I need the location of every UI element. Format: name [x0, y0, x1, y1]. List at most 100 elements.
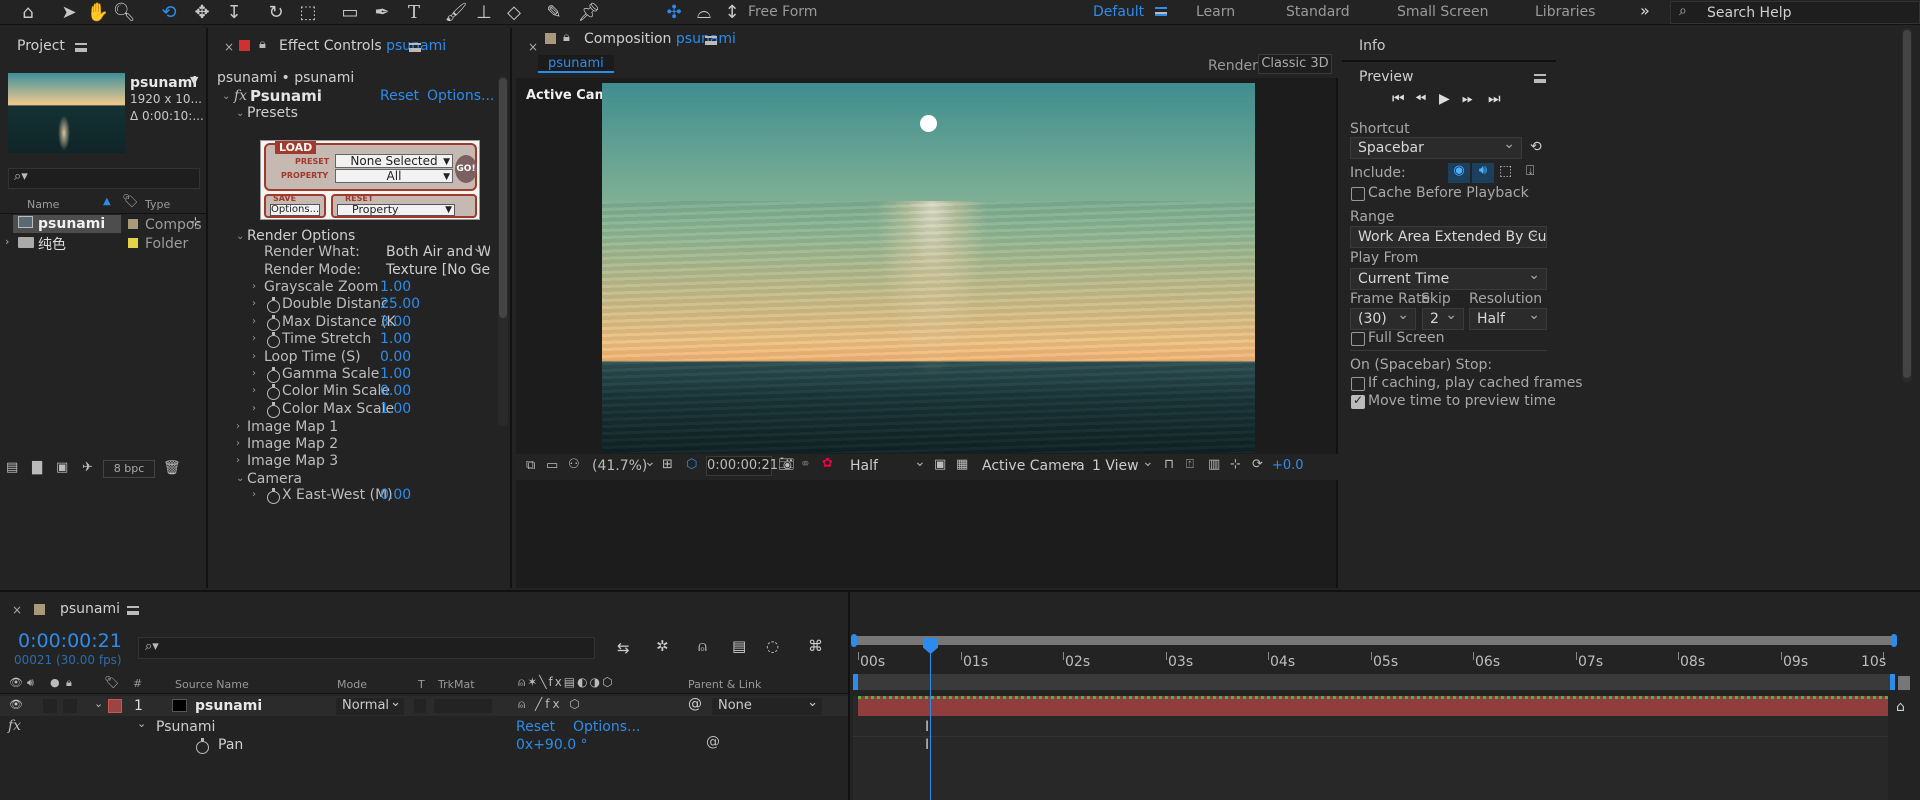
- playhead[interactable]: [923, 638, 938, 800]
- source-name-header[interactable]: Source Name: [175, 678, 249, 691]
- external-preview-icon[interactable]: ⍗: [1526, 163, 1534, 179]
- region-of-interest-icon[interactable]: ▣: [934, 457, 946, 472]
- blend-mode-select[interactable]: Normal ⌄: [336, 695, 404, 715]
- effect-param-row[interactable]: › Grayscale Zoom 1.00: [212, 279, 492, 296]
- project-menu-icon[interactable]: [75, 43, 87, 52]
- effect-param-row[interactable]: › Gamma Scale 1.00: [212, 366, 492, 383]
- work-area-bar[interactable]: [851, 634, 1897, 647]
- shy-layers-icon[interactable]: ⍝: [698, 637, 707, 655]
- visibility-eye-icon[interactable]: 👁︎: [9, 698, 23, 711]
- close-icon[interactable]: ×: [528, 40, 538, 54]
- show-snapshot-icon[interactable]: ⚭: [800, 457, 811, 472]
- effect-controls-title[interactable]: Effect Controls psunami: [279, 38, 446, 54]
- lock-icon[interactable]: 🔒︎: [563, 30, 570, 45]
- stopwatch-icon[interactable]: [267, 297, 280, 313]
- graph-editor-icon[interactable]: ⌘: [808, 637, 823, 655]
- hand-tool-icon[interactable]: ✋: [84, 0, 112, 25]
- layer-name[interactable]: psunami: [195, 698, 262, 714]
- parent-select[interactable]: None ⌄: [712, 695, 822, 715]
- monitor-icon[interactable]: ▭: [546, 458, 558, 473]
- dolly-camera-icon[interactable]: ↧: [220, 0, 248, 25]
- layer-label-swatch[interactable]: [108, 699, 122, 713]
- effect-param-row[interactable]: › Double Distanc 25.00: [212, 296, 492, 313]
- workspace-small-screen[interactable]: Small Screen: [1397, 4, 1488, 20]
- comp-end-marker[interactable]: [1898, 676, 1910, 690]
- layer-row[interactable]: 👁︎ ⌄ 1 psunami Normal ⌄ ⍝ ╱fx ⬡ @ None ⌄: [0, 695, 850, 716]
- full-screen-checkbox[interactable]: [1351, 332, 1365, 346]
- preset-options-button[interactable]: Options...: [270, 204, 320, 216]
- lock-icon[interactable]: 🔒︎: [66, 676, 72, 690]
- previous-frame-icon[interactable]: ⏪︎: [1415, 91, 1426, 107]
- selection-tool-icon[interactable]: ➤: [55, 0, 83, 25]
- camera-param-value[interactable]: 0.00: [380, 487, 411, 503]
- project-title[interactable]: Project: [17, 38, 65, 54]
- workspace-learn[interactable]: Learn: [1196, 4, 1235, 20]
- right-scrollbar[interactable]: [1902, 28, 1912, 383]
- timeline-menu-icon[interactable]: [127, 606, 139, 615]
- parent-link-header[interactable]: Parent & Link: [688, 678, 761, 691]
- effect-param-row[interactable]: › Time Stretch 1.00: [212, 331, 492, 348]
- timeline-timecode[interactable]: 0:00:00:21: [18, 630, 122, 652]
- workspace-menu-icon[interactable]: [1155, 7, 1167, 16]
- timeline-search-input[interactable]: ⌕▾: [138, 637, 595, 659]
- column-type[interactable]: Type: [145, 198, 170, 211]
- renderer-button[interactable]: Classic 3D: [1258, 54, 1332, 74]
- new-folder-icon[interactable]: ▇: [32, 460, 42, 475]
- world-axis-icon[interactable]: ⌓: [690, 0, 718, 25]
- rectangle-tool-icon[interactable]: ▭: [336, 0, 364, 25]
- mask-visibility-icon[interactable]: ⚇: [568, 457, 580, 472]
- play-icon[interactable]: ▶: [1439, 91, 1450, 107]
- stopwatch-icon[interactable]: [267, 488, 280, 504]
- preview-menu-icon[interactable]: [1534, 74, 1546, 83]
- dependencies-icon[interactable]: ✈: [82, 460, 93, 475]
- reset-property-select[interactable]: Property ▼: [337, 204, 455, 216]
- expand-chevron-icon[interactable]: ›: [252, 333, 256, 344]
- frame-blending-icon[interactable]: ▤: [732, 637, 746, 655]
- pick-whip-icon[interactable]: @: [688, 696, 702, 712]
- expand-chevron-icon[interactable]: ⌄: [94, 697, 103, 710]
- local-axis-icon[interactable]: ✣: [660, 0, 688, 25]
- property-select[interactable]: All ▼: [335, 169, 453, 183]
- first-frame-icon[interactable]: ⏮: [1392, 91, 1405, 107]
- type-tool-icon[interactable]: T: [400, 0, 428, 25]
- video-icon[interactable]: 👁︎: [9, 676, 23, 689]
- sort-arrow-icon[interactable]: ▲: [103, 196, 111, 207]
- comp-end-icon[interactable]: ⌂: [1896, 699, 1905, 715]
- audio-icon[interactable]: 🔊︎: [27, 676, 34, 690]
- effect-options-button[interactable]: Options...: [427, 88, 494, 104]
- expand-chevron-icon[interactable]: ›: [252, 298, 256, 309]
- transparency-grid-icon[interactable]: ▦: [956, 457, 968, 472]
- comp-viewer[interactable]: [602, 83, 1255, 453]
- stopwatch-icon[interactable]: [267, 384, 280, 400]
- collapse-chevron-icon[interactable]: ⌄: [236, 108, 244, 119]
- effect-param-row[interactable]: › Color Max Scale 1.00: [212, 401, 492, 418]
- work-area-range[interactable]: [853, 674, 1895, 690]
- project-row-comp[interactable]: psunami Compos ⊹: [0, 215, 206, 233]
- flowchart-icon[interactable]: ⊹: [1230, 457, 1241, 472]
- chevron-down-icon[interactable]: ⌄: [1070, 454, 1082, 470]
- reset-shortcut-icon[interactable]: ⟲: [1530, 139, 1542, 155]
- current-time-display[interactable]: 0:00:00:21: [706, 456, 778, 476]
- effect-param-row[interactable]: › Loop Time (S) 0.00: [212, 349, 492, 366]
- include-overlays-icon[interactable]: ⬚: [1499, 163, 1512, 179]
- project-item-dropdown-icon[interactable]: ▼: [190, 74, 198, 87]
- label-swatch[interactable]: [128, 219, 138, 229]
- collapse-chevron-icon[interactable]: ⌄: [137, 717, 146, 730]
- lock-red-icon[interactable]: [239, 40, 250, 51]
- range-select[interactable]: Work Area Extended By Current...: [1350, 226, 1547, 248]
- move-time-checkbox[interactable]: [1351, 393, 1365, 409]
- fit-icon[interactable]: ⊞: [662, 457, 673, 472]
- clone-stamp-icon[interactable]: ⊥: [470, 0, 498, 25]
- timeline-reset-button[interactable]: Reset: [516, 719, 555, 735]
- workspace-default[interactable]: Default: [1093, 4, 1144, 20]
- param-value[interactable]: 1.00: [380, 331, 411, 347]
- pan-camera-icon[interactable]: ✥: [188, 0, 216, 25]
- workspace-more-button[interactable]: »: [1640, 1, 1650, 20]
- layer-duration-bar[interactable]: [858, 696, 1888, 716]
- flowchart-icon[interactable]: ⊹: [190, 215, 201, 230]
- column-name[interactable]: Name: [27, 198, 59, 211]
- expand-chevron-icon[interactable]: ›: [252, 489, 256, 500]
- param-value[interactable]: 0.00: [380, 383, 411, 399]
- bpc-button[interactable]: 8 bpc: [103, 460, 155, 478]
- t-header[interactable]: T: [418, 678, 425, 691]
